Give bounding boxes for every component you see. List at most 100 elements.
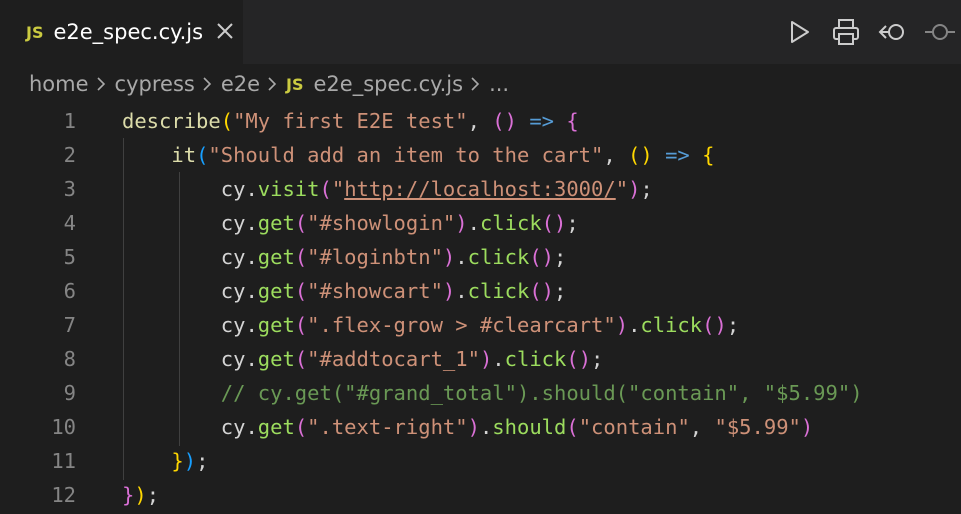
code-token: "Should add an item to the cart" xyxy=(208,143,604,167)
code-token: visit xyxy=(257,177,320,201)
code-text: cy.visit("http://localhost:3000/"); xyxy=(122,172,653,206)
code-token: , xyxy=(467,109,493,133)
code-token: get xyxy=(257,245,295,269)
code-token: () xyxy=(702,313,727,337)
code-line[interactable]: 10 cy.get(".text-right").should("contain… xyxy=(0,410,961,444)
print-icon[interactable] xyxy=(831,18,861,46)
code-editor[interactable]: 1 describe("My first E2E test", () => {2 … xyxy=(0,104,961,514)
code-token: ( xyxy=(294,211,308,235)
breadcrumb-item-e2e[interactable]: e2e xyxy=(221,72,260,96)
code-token: cy xyxy=(220,245,246,269)
breadcrumb: home cypress e2e JS e2e_spec.cy.js ... xyxy=(0,64,961,104)
code-token: . xyxy=(245,245,258,269)
code-token: "contain" xyxy=(578,415,690,439)
code-token: () xyxy=(492,109,517,133)
code-line[interactable]: 11 }); xyxy=(0,444,961,478)
code-text: cy.get(".flex-grow > #clearcart").click(… xyxy=(122,308,739,342)
code-token: () xyxy=(566,347,592,371)
chevron-right-icon xyxy=(203,77,211,91)
code-token: ) xyxy=(800,415,814,439)
code-token: . xyxy=(245,211,258,235)
code-token: { xyxy=(566,109,579,133)
code-token: click xyxy=(640,313,703,337)
code-token: get xyxy=(257,279,295,303)
code-token: ) xyxy=(628,177,641,201)
code-token: ; xyxy=(726,313,740,337)
go-back-icon[interactable] xyxy=(877,18,907,46)
breadcrumb-item-file[interactable]: e2e_spec.cy.js xyxy=(314,72,464,96)
line-number: 3 xyxy=(63,177,76,201)
code-token: ; xyxy=(554,279,567,303)
code-token: ( xyxy=(220,109,234,133)
code-token: describe xyxy=(122,109,221,133)
code-token: ) xyxy=(467,415,480,439)
code-token: . xyxy=(492,347,505,371)
code-token: } xyxy=(171,449,184,473)
code-text: cy.get("#addtocart_1").click(); xyxy=(122,342,604,376)
code-text: }); xyxy=(122,444,208,478)
code-token: it xyxy=(171,143,197,167)
code-token: ; xyxy=(640,177,653,201)
line-number: 7 xyxy=(63,313,76,337)
code-line[interactable]: 7 cy.get(".flex-grow > #clearcart").clic… xyxy=(0,308,961,342)
code-token: click xyxy=(467,245,530,269)
code-token: "#loginbtn" xyxy=(307,245,443,269)
code-line[interactable]: 4 cy.get("#showlogin").click(); xyxy=(0,206,961,240)
close-icon[interactable] xyxy=(214,20,236,42)
line-number: 8 xyxy=(63,347,76,371)
code-token: click xyxy=(467,279,530,303)
code-token: get xyxy=(257,211,295,235)
code-line[interactable]: 3 cy.visit("http://localhost:3000/"); xyxy=(0,172,961,206)
line-number: 4 xyxy=(63,211,76,235)
code-token: } xyxy=(122,483,135,507)
line-number: 1 xyxy=(63,109,76,133)
js-file-icon: JS xyxy=(286,74,304,94)
code-text: // cy.get("#grand_total").should("contai… xyxy=(122,376,863,410)
code-token: . xyxy=(479,415,493,439)
code-token: cy xyxy=(220,313,246,337)
code-token: click xyxy=(479,211,542,235)
code-line[interactable]: 5 cy.get("#loginbtn").click(); xyxy=(0,240,961,274)
code-token: ) xyxy=(479,347,493,371)
code-token: . xyxy=(245,279,258,303)
line-number: 2 xyxy=(63,143,76,167)
code-token: . xyxy=(245,347,258,371)
code-token: click xyxy=(504,347,567,371)
code-token: cy xyxy=(220,279,246,303)
code-token: http://localhost:3000/ xyxy=(344,177,616,201)
breadcrumb-item-home[interactable]: home xyxy=(29,72,89,96)
code-line[interactable]: 8 cy.get("#addtocart_1").click(); xyxy=(0,342,961,376)
go-forward-icon[interactable] xyxy=(925,18,955,46)
line-number: 10 xyxy=(51,415,76,439)
line-number: 9 xyxy=(63,381,76,405)
breadcrumb-more[interactable]: ... xyxy=(489,72,509,96)
code-line[interactable]: 1 describe("My first E2E test", () => { xyxy=(0,104,961,138)
chevron-right-icon xyxy=(268,77,277,91)
line-number: 6 xyxy=(63,279,76,303)
code-token: " xyxy=(615,177,629,201)
run-icon[interactable] xyxy=(784,18,814,46)
code-token: "My first E2E test" xyxy=(233,109,468,133)
code-text: describe("My first E2E test", () => { xyxy=(122,104,579,138)
code-token: . xyxy=(455,245,468,269)
code-token: "$5.99" xyxy=(714,415,801,439)
code-line[interactable]: 9 // cy.get("#grand_total").should("cont… xyxy=(0,376,961,410)
code-token: ) xyxy=(183,449,197,473)
code-token: get xyxy=(257,313,295,337)
code-token: ; xyxy=(196,449,209,473)
code-token: ( xyxy=(294,347,308,371)
code-line[interactable]: 12}); xyxy=(0,478,961,512)
code-token: () xyxy=(529,279,555,303)
code-token: get xyxy=(257,415,295,439)
code-token: => xyxy=(665,143,690,167)
tab-e2e-spec[interactable]: JS e2e_spec.cy.js xyxy=(0,0,243,64)
breadcrumb-item-cypress[interactable]: cypress xyxy=(115,72,195,96)
code-text: cy.get("#showlogin").click(); xyxy=(122,206,579,240)
code-line[interactable]: 2 it("Should add an item to the cart", (… xyxy=(0,138,961,172)
code-text: cy.get("#showcart").click(); xyxy=(122,274,567,308)
code-line[interactable]: 6 cy.get("#showcart").click(); xyxy=(0,274,961,308)
